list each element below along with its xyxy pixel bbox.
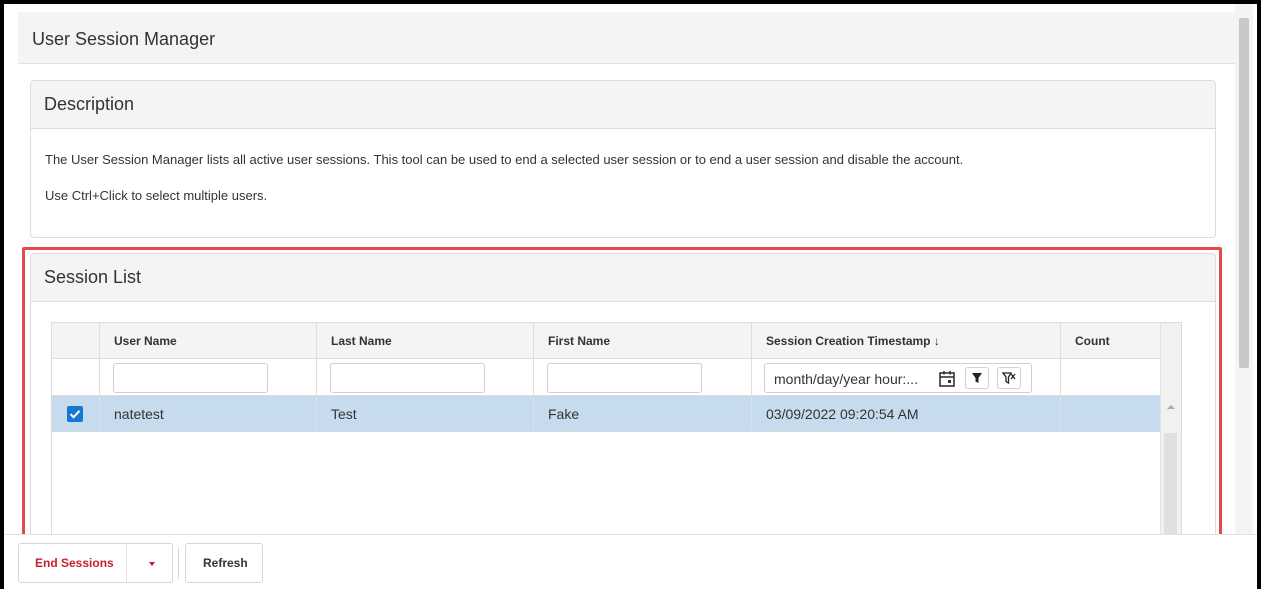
page-scrollbar[interactable] [1235,4,1253,534]
session-list-header: Session List [31,254,1215,302]
filter-cell-last-name [317,359,534,395]
description-title: Description [44,94,135,114]
column-header-label: Last Name [331,334,392,348]
clear-filter-icon [1001,372,1016,385]
description-panel: Description The User Session Manager lis… [30,80,1216,238]
table-row[interactable]: natetest Test Fake 03/09/2022 09:20:54 A… [52,396,1181,432]
filter-cell-empty [52,359,100,395]
first-name-filter-input[interactable] [547,363,702,393]
cell-last-name: Test [317,396,534,431]
session-list-panel: Session List User Name Last Name First N… [30,253,1216,543]
column-header-label: First Name [548,334,611,348]
cell-text: Test [331,406,357,422]
cell-text: natetest [114,406,164,422]
filter-icon [972,373,982,383]
caret-down-icon[interactable] [147,559,157,569]
scroll-up-icon[interactable] [1161,397,1181,417]
last-name-filter-input[interactable] [330,363,485,393]
app-header: User Session Manager [18,12,1235,64]
row-select-cell [52,396,100,431]
end-sessions-split-button: End Sessions [18,543,173,583]
filter-cell-first-name [534,359,752,395]
clear-filter-button[interactable] [997,367,1021,389]
grid-filter-row: month/day/year hour:... [52,359,1181,396]
timestamp-filter-placeholder: month/day/year hour:... [774,371,918,387]
refresh-label: Refresh [203,556,248,570]
button-divider [178,547,179,579]
page-scrollbar-thumb[interactable] [1239,18,1249,368]
description-panel-header: Description [31,81,1215,129]
session-grid: User Name Last Name First Name Session C… [51,322,1182,542]
cell-user-name: natetest [100,396,317,431]
calendar-icon[interactable] [937,369,957,389]
column-header-label: Count [1075,334,1110,348]
page-title: User Session Manager [32,29,216,49]
user-name-filter-input[interactable] [113,363,268,393]
cell-text: 03/09/2022 09:20:54 AM [766,406,919,422]
end-sessions-button[interactable]: End Sessions [35,556,114,570]
filter-cell-user-name [100,359,317,395]
cell-first-name: Fake [534,396,752,431]
grid-header-row: User Name Last Name First Name Session C… [52,323,1181,359]
split-separator [126,544,127,582]
grid-scrollbar[interactable] [1160,323,1181,542]
column-header-first-name[interactable]: First Name [534,323,752,358]
timestamp-filter-input[interactable]: month/day/year hour:... [764,363,1032,393]
column-header-timestamp[interactable]: Session Creation Timestamp ↓ [752,323,1061,358]
column-header-label: Session Creation Timestamp ↓ [766,334,940,348]
cell-timestamp: 03/09/2022 09:20:54 AM [752,396,1061,431]
column-header-user-name[interactable]: User Name [100,323,317,358]
filter-button[interactable] [965,367,989,389]
description-hint: Use Ctrl+Click to select multiple users. [45,188,268,203]
description-text: The User Session Manager lists all activ… [45,152,964,167]
refresh-button[interactable]: Refresh [185,543,263,583]
session-list-title: Session List [44,267,142,287]
cell-text: Fake [548,406,580,422]
column-header-label: User Name [114,334,177,348]
select-column-header [52,323,100,358]
app-window: User Session Manager Description The Use… [4,4,1257,589]
column-header-last-name[interactable]: Last Name [317,323,534,358]
action-bar: End Sessions Refresh [4,534,1257,589]
filter-cell-timestamp: month/day/year hour:... [752,359,1061,395]
checkbox-checked-icon[interactable] [67,406,83,422]
grid-scrollbar-thumb[interactable] [1164,433,1177,542]
